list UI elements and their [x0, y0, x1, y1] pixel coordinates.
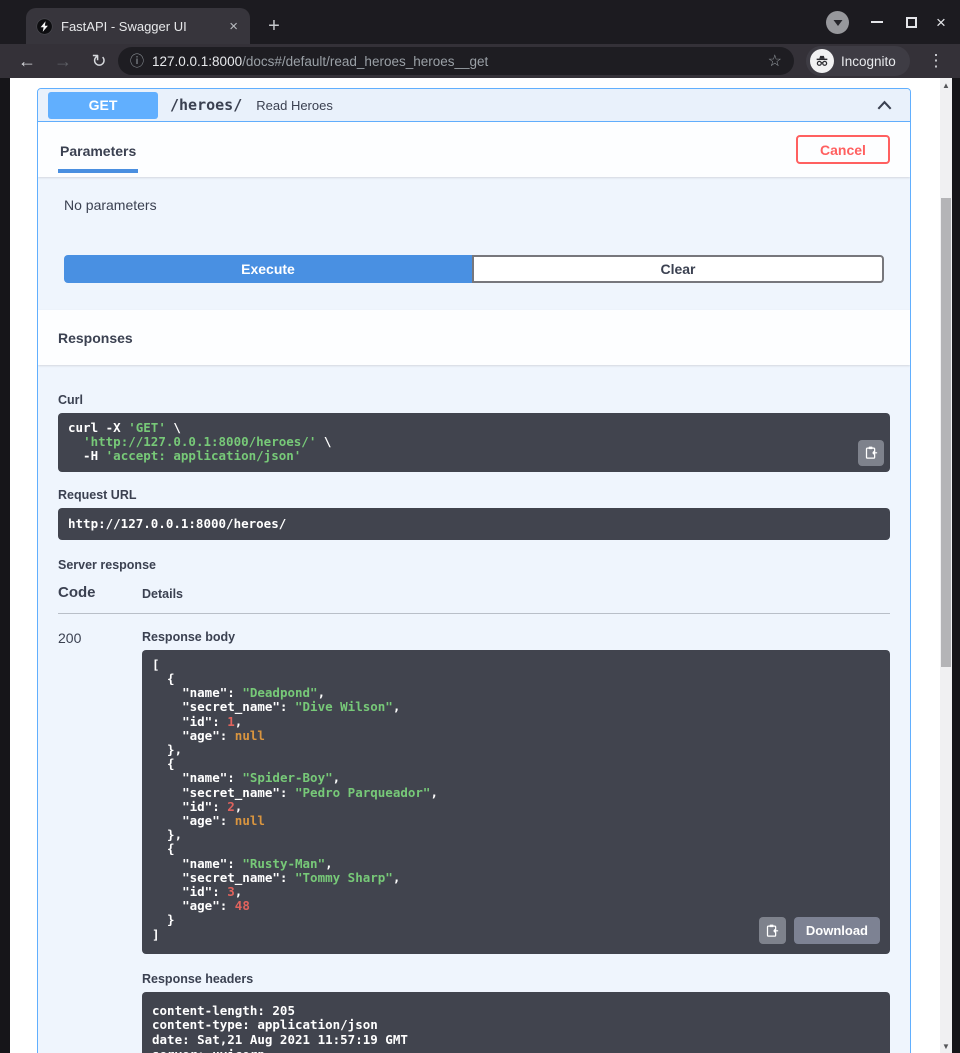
window-minimize-button[interactable] [864, 11, 890, 33]
cancel-button[interactable]: Cancel [796, 135, 890, 164]
parameters-header: Parameters Cancel [38, 122, 910, 177]
request-url-block: http://127.0.0.1:8000/heroes/ [58, 508, 890, 540]
window-edge-left [0, 78, 10, 1053]
new-tab-button[interactable]: + [262, 14, 286, 38]
response-table-header: Code Details [58, 584, 890, 614]
server-response-label: Server response [58, 558, 890, 572]
download-button[interactable]: Download [794, 917, 880, 944]
swagger-page: GET /heroes/ Read Heroes Parameters Canc… [10, 78, 940, 1053]
url-host: 127.0.0.1:8000 [152, 54, 242, 69]
responses-body: Curl curl -X 'GET' \ 'http://127.0.0.1:8… [38, 365, 910, 1053]
browser-menu-icon[interactable]: ⋮ [922, 47, 950, 75]
no-parameters-text: No parameters [64, 197, 884, 213]
collapse-chevron-up-icon[interactable] [875, 96, 894, 115]
incognito-label: Incognito [841, 54, 896, 69]
scroll-up-icon[interactable]: ▲ [940, 78, 952, 92]
back-icon[interactable]: ← [12, 44, 42, 78]
tab-close-icon[interactable]: × [227, 18, 240, 35]
browser-tab[interactable]: FastAPI - Swagger UI × [26, 8, 250, 44]
copy-response-button[interactable] [759, 917, 786, 944]
window-maximize-button[interactable] [898, 11, 924, 33]
address-bar[interactable]: ⓘ 127.0.0.1:8000/docs#/default/read_hero… [118, 47, 794, 75]
response-headers-label: Response headers [142, 972, 890, 986]
endpoint-summary: Read Heroes [256, 98, 333, 113]
response-details-cell: Response body [ { "name": "Deadpond", "s… [142, 630, 890, 1053]
curl-label: Curl [58, 393, 890, 407]
opblock-summary[interactable]: GET /heroes/ Read Heroes [38, 89, 910, 122]
responses-header: Responses [38, 310, 910, 365]
code-column-header: Code [58, 584, 142, 601]
response-body-label: Response body [142, 630, 890, 644]
window-edge-right [952, 78, 960, 1053]
incognito-icon [810, 49, 834, 73]
details-column-header: Details [142, 587, 890, 601]
endpoint-path: /heroes/ [170, 96, 242, 114]
parameters-title: Parameters [58, 127, 138, 173]
forward-icon[interactable]: → [48, 44, 78, 78]
incognito-badge: Incognito [806, 46, 910, 76]
fastapi-favicon-icon [36, 18, 53, 35]
url-path: /docs#/default/read_heroes_heroes__get [242, 54, 488, 69]
http-method-badge: GET [48, 92, 158, 119]
execute-row: Execute Clear [64, 255, 884, 283]
reload-icon[interactable]: ↻ [84, 44, 114, 78]
bookmark-star-icon[interactable]: ☆ [768, 51, 782, 71]
response-row-200: 200 Response body [ { "name": "Deadpond"… [58, 614, 890, 1053]
response-body-actions: Download [759, 917, 880, 944]
parameters-body: No parameters Execute Clear [38, 177, 910, 283]
scrollbar-thumb[interactable] [941, 198, 951, 667]
responses-title: Responses [58, 330, 133, 346]
minimize-icon [871, 21, 883, 23]
url-text: 127.0.0.1:8000/docs#/default/read_heroes… [152, 54, 760, 69]
site-info-icon[interactable]: ⓘ [130, 51, 144, 71]
request-url-label: Request URL [58, 488, 890, 502]
execute-button[interactable]: Execute [64, 255, 472, 283]
browser-profile-icon[interactable] [826, 11, 849, 34]
page-scrollbar[interactable]: ▲ ▼ [940, 78, 952, 1053]
opblock-get-heroes: GET /heroes/ Read Heroes Parameters Canc… [37, 88, 911, 1053]
request-url-value: http://127.0.0.1:8000/heroes/ [68, 517, 880, 531]
browser-toolbar: ← → ↻ ⓘ 127.0.0.1:8000/docs#/default/rea… [0, 44, 960, 78]
scroll-down-icon[interactable]: ▼ [940, 1039, 952, 1053]
window-close-button[interactable]: × [928, 11, 954, 33]
clear-button[interactable]: Clear [472, 255, 884, 283]
tab-title: FastAPI - Swagger UI [61, 19, 219, 34]
maximize-icon [906, 17, 917, 28]
curl-command-block: curl -X 'GET' \ 'http://127.0.0.1:8000/h… [58, 413, 890, 472]
response-headers-block: content-length: 205content-type: applica… [142, 992, 890, 1053]
status-code: 200 [58, 630, 142, 1053]
copy-curl-button[interactable] [858, 440, 884, 466]
response-body-block: [ { "name": "Deadpond", "secret_name": "… [142, 650, 890, 954]
browser-titlebar: FastAPI - Swagger UI × + × [0, 0, 960, 44]
